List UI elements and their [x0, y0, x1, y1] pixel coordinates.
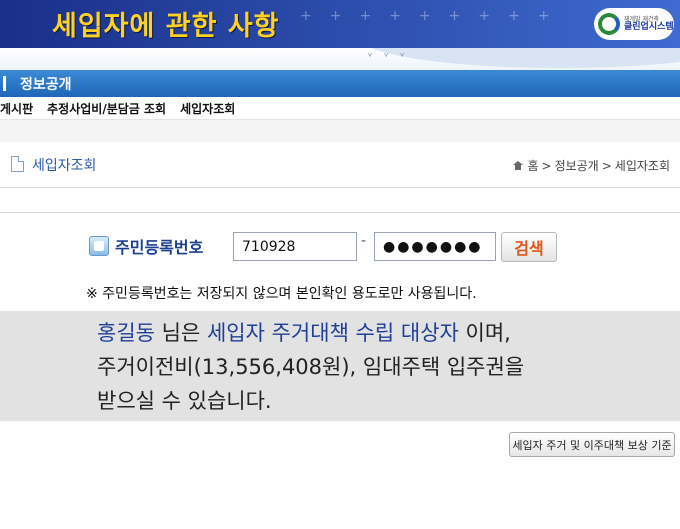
breadcrumb-separator: >: [601, 158, 612, 173]
search-button[interactable]: 검색: [501, 232, 557, 262]
breadcrumb-home[interactable]: 홈: [527, 157, 538, 174]
subnav-item-tenant-lookup[interactable]: 세입자조회: [180, 100, 235, 117]
document-icon: [11, 156, 24, 172]
section-title: 정보공개: [20, 76, 72, 93]
result-status: 세입자 주거대책 수립 대상자: [206, 321, 459, 345]
breadcrumb: 홈 > 정보공개 > 세입자조회: [513, 157, 670, 174]
privacy-notice: ※ 주민등록번호는 저장되지 않으며 본인확인 용도로만 사용됩니다.: [86, 286, 477, 302]
resident-number-label: 주민등록번호: [115, 238, 204, 257]
separator-strip: [0, 189, 680, 213]
result-suffix-2: 이며,: [458, 321, 511, 345]
subnav-item-cost-estimate[interactable]: 추정사업비/분담금 조회: [47, 100, 166, 117]
compensation-criteria-button[interactable]: 세입자 주거 및 이주대책 보상 기준: [509, 432, 675, 457]
sub-navigation: 게시판 추정사업비/분담금 조회 세입자조회: [0, 97, 680, 120]
section-tick: [3, 76, 6, 91]
resident-number-first-input[interactable]: [233, 232, 357, 261]
breadcrumb-tenant-lookup[interactable]: 세입자조회: [615, 157, 670, 174]
result-suffix-1: 님은: [154, 321, 207, 345]
result-line-1: 홍길동 님은 세입자 주거대책 수립 대상자 이며,: [97, 317, 511, 347]
page-title: 세입자조회: [32, 158, 97, 174]
resident-number-second-input[interactable]: [374, 232, 496, 261]
banner-title: 세입자에 관한 사항: [52, 11, 280, 42]
gap-strip: [0, 120, 680, 142]
home-icon: [513, 161, 524, 170]
result-name: 홍길동: [97, 321, 155, 345]
decorative-swoosh: ᵛ ᵛ ᵛ: [0, 48, 680, 70]
result-line-3: 받으실 수 있습니다.: [97, 389, 272, 413]
result-line-2: 주거이전비(13,556,408원), 임대주택 입주권을: [97, 355, 525, 379]
breadcrumb-separator: >: [541, 158, 552, 173]
form-label-icon: [89, 236, 109, 256]
logo-mark-icon: [598, 13, 620, 35]
section-bar: 정보공개: [0, 70, 680, 97]
logo-name: 클린업시스템: [624, 21, 674, 32]
birds-decoration: ᵛ ᵛ ᵛ: [368, 50, 409, 63]
subnav-item-board[interactable]: 게시판: [0, 100, 33, 117]
resident-number-dash: -: [361, 233, 367, 249]
header-banner: 세입자에 관한 사항 +++++++++ 재개발 재건축 클린업시스템: [0, 0, 680, 48]
breadcrumb-info-disclosure[interactable]: 정보공개: [555, 157, 599, 174]
banner-decoration: +++++++++: [300, 8, 568, 24]
cleanup-system-logo[interactable]: 재개발 재건축 클린업시스템: [594, 8, 674, 40]
